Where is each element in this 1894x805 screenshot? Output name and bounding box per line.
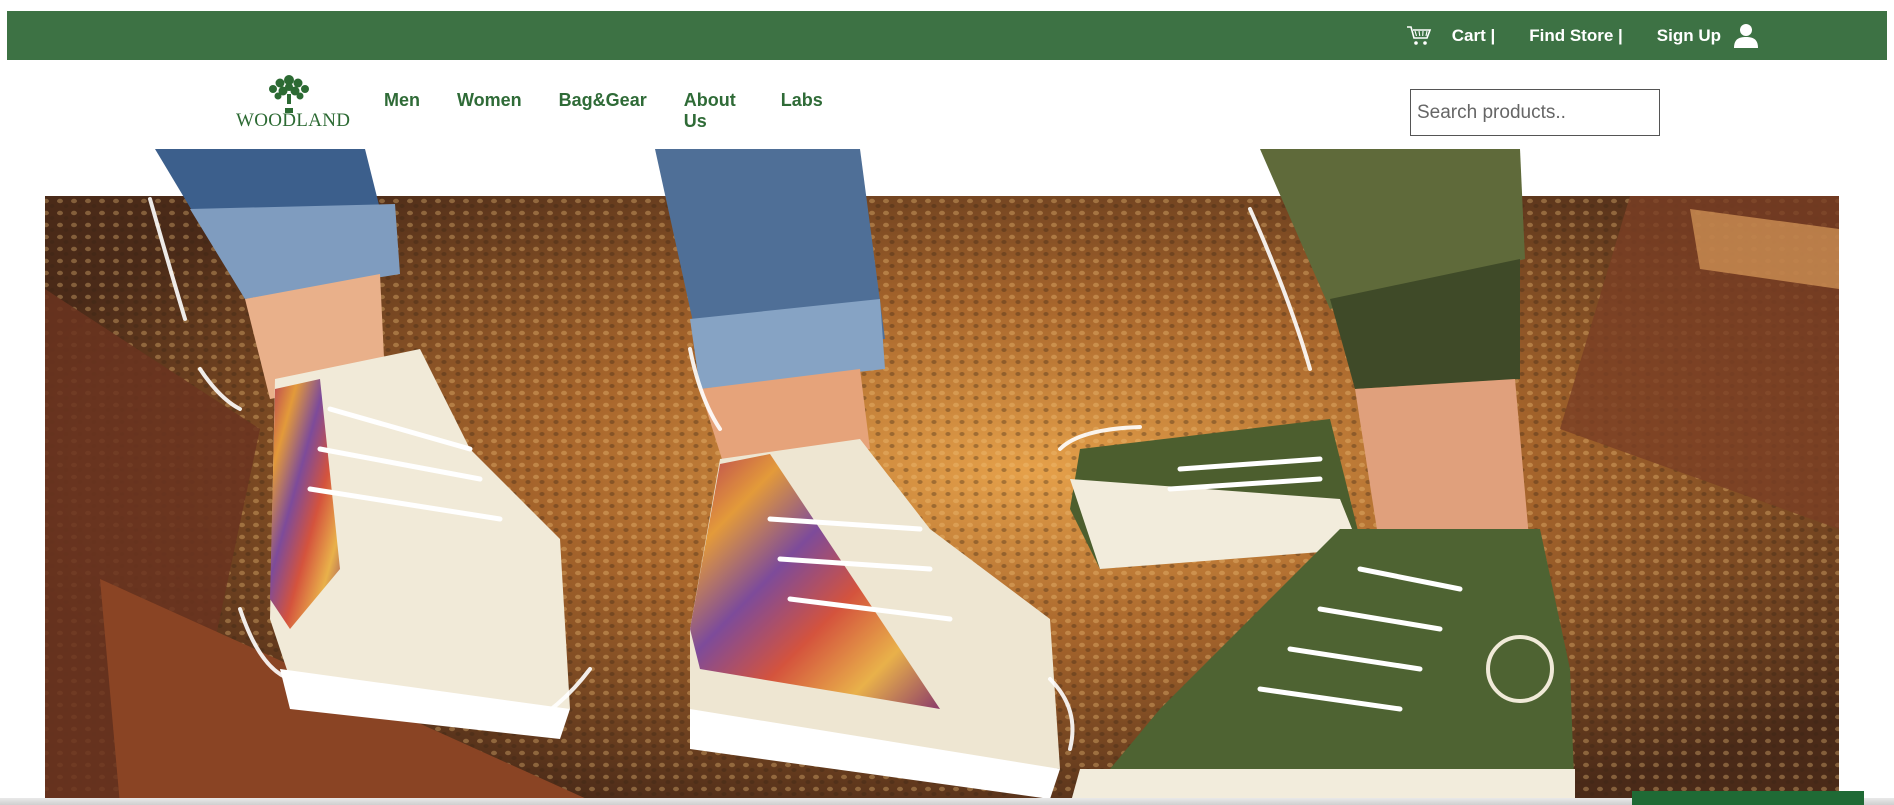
about-line-2: Us bbox=[683, 111, 707, 131]
cart-icon[interactable] bbox=[1406, 25, 1432, 47]
nav-item-women[interactable]: Women bbox=[457, 90, 522, 132]
woodland-logo[interactable]: WOODLAND bbox=[236, 70, 351, 132]
search-input[interactable] bbox=[1410, 89, 1660, 136]
logo-text: WOODLAND bbox=[236, 110, 351, 131]
cart-link[interactable]: Cart | bbox=[1452, 26, 1496, 46]
about-line-1: About bbox=[683, 90, 736, 110]
nav-item-labs[interactable]: Labs bbox=[781, 90, 823, 132]
nav-item-bag-gear[interactable]: Bag&Gear bbox=[559, 90, 647, 132]
floating-tab[interactable] bbox=[1632, 791, 1864, 805]
top-links: Cart | Find Store | Sign Up bbox=[1406, 11, 1759, 60]
hero-image bbox=[45, 149, 1839, 805]
page-bottom-edge bbox=[0, 798, 1894, 805]
nav-item-men[interactable]: Men bbox=[384, 90, 420, 132]
user-icon[interactable] bbox=[1733, 23, 1759, 49]
main-nav: WOODLAND Men Women Bag&Gear About Us Lab… bbox=[0, 60, 1894, 149]
hero-banner bbox=[0, 149, 1894, 805]
find-store-link[interactable]: Find Store | bbox=[1529, 26, 1623, 46]
nav-item-about-us[interactable]: About Us bbox=[684, 90, 744, 132]
nav-menu: Men Women Bag&Gear About Us Labs bbox=[384, 90, 860, 132]
top-bar: Cart | Find Store | Sign Up bbox=[7, 11, 1887, 60]
sign-up-link[interactable]: Sign Up bbox=[1657, 26, 1721, 46]
